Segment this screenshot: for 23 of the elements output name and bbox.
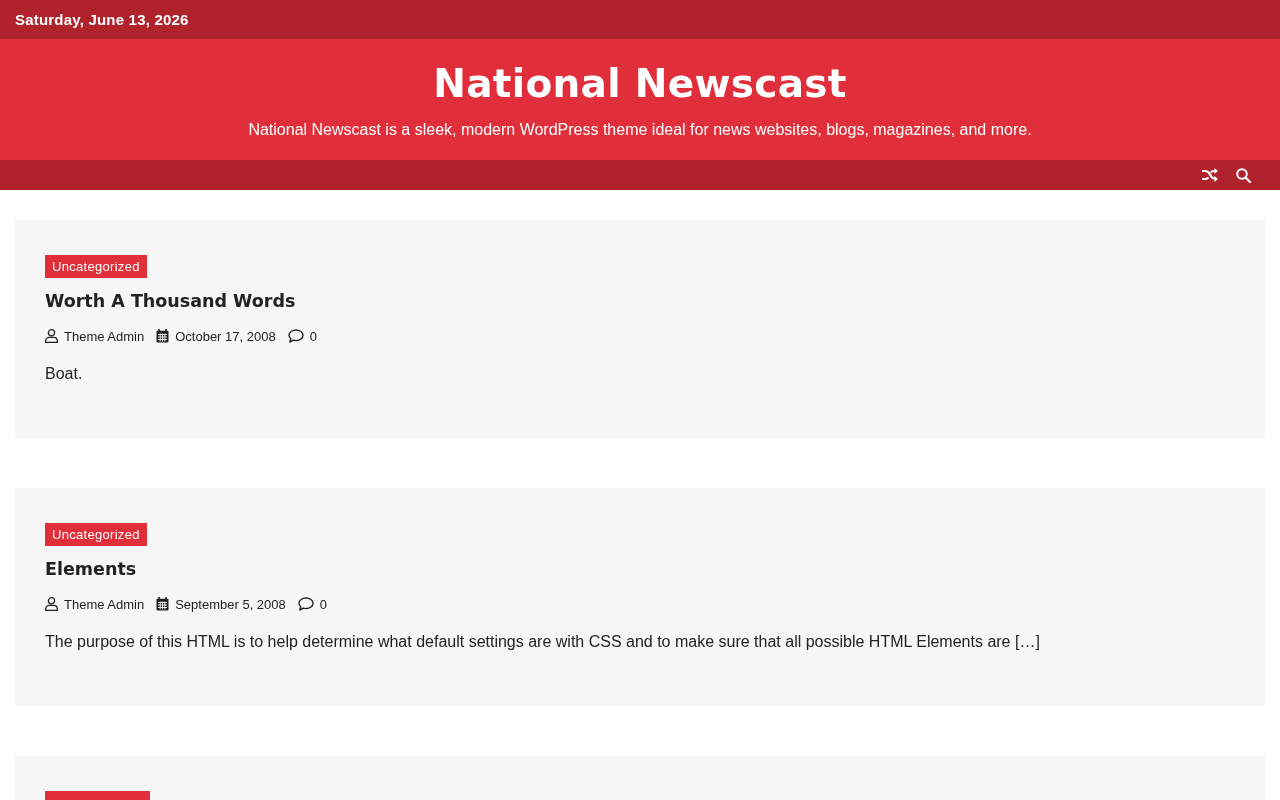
comment-icon — [297, 597, 314, 611]
category-tag[interactable]: Uncategorized — [45, 255, 147, 278]
post-excerpt: Boat. — [45, 364, 84, 384]
user-icon — [45, 329, 58, 343]
calendar-icon — [156, 329, 170, 343]
calendar-icon — [156, 597, 170, 611]
comment-icon — [287, 329, 304, 343]
user-icon — [45, 597, 58, 611]
post-excerpt: The purpose of this HTML is to help determine what default settings are with CSS and to make sure that all possible HTML Elements are […] — [45, 632, 1041, 652]
comment-count-link[interactable]: 0 — [309, 328, 317, 344]
site-title-link[interactable]: National Newscast — [433, 57, 847, 111]
post-date-link[interactable]: September 5, 2008 — [175, 596, 286, 612]
post-author-link[interactable]: Theme Admin — [64, 596, 145, 612]
post-author-link[interactable]: Theme Admin — [64, 328, 145, 344]
category-tag[interactable]: Uncategorized — [45, 523, 147, 546]
post-date-link[interactable]: October 17, 2008 — [175, 328, 276, 344]
site-tagline: National Newscast is a sleek, modern WordPress theme ideal for news websites, blogs, magazines, and more. — [247, 120, 1033, 140]
search-icon — [1236, 167, 1251, 183]
comment-count-link[interactable]: 0 — [319, 596, 327, 612]
shuffle-icon — [1202, 168, 1218, 182]
post-title[interactable]: Elements — [45, 559, 137, 579]
post-title[interactable]: Worth A Thousand Words — [45, 291, 296, 311]
current-date: Saturday, June 13, 2026 — [15, 11, 189, 28]
